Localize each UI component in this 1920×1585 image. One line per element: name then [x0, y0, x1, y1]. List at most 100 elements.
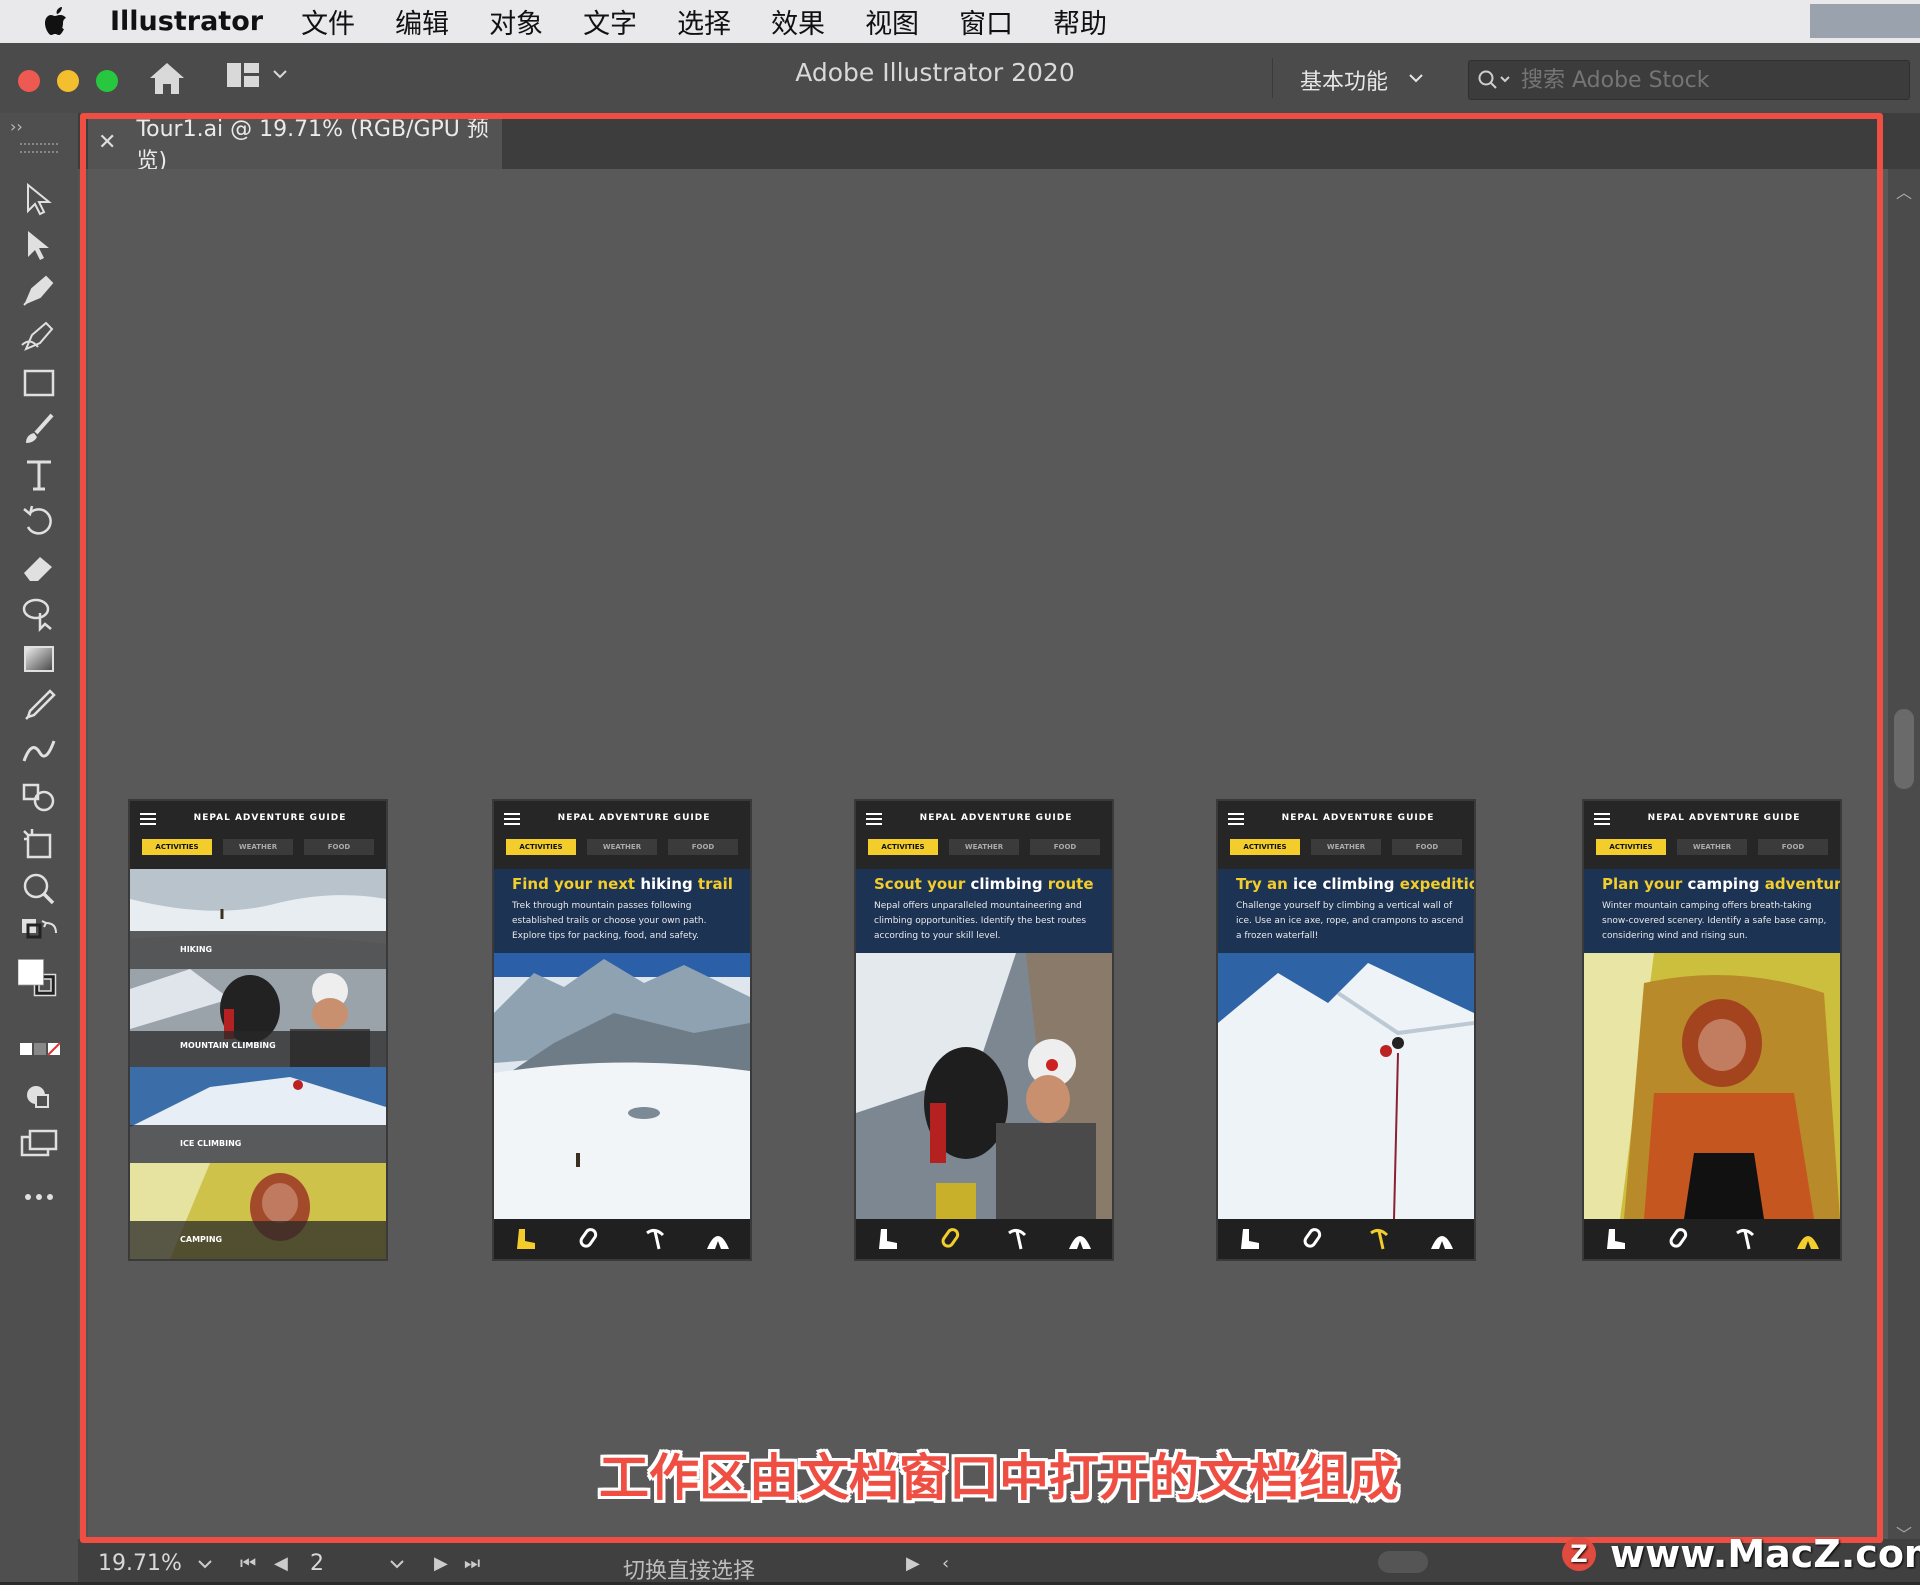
menu-help[interactable]: 帮助 — [1053, 2, 1107, 41]
scroll-up-icon[interactable]: ︿ — [1896, 179, 1912, 203]
menu-window[interactable]: 窗口 — [959, 2, 1013, 41]
carabiner-icon — [579, 1228, 598, 1248]
tab-activities: ACTIVITIES — [506, 839, 576, 855]
app-menu[interactable]: Illustrator — [110, 6, 263, 37]
fill-stroke-swatches[interactable] — [17, 959, 74, 1011]
hero-panel: Find your next hiking trail Trek through… — [494, 869, 750, 953]
zoom-tool-icon[interactable] — [18, 869, 60, 909]
hamburger-menu-icon — [1228, 813, 1244, 825]
camping-photo — [130, 1163, 386, 1259]
expand-panel-icon[interactable]: ›› — [10, 117, 23, 136]
hero-title: Scout your climbing route — [874, 875, 1104, 893]
tool-hint[interactable]: 切换直接选择 — [623, 1553, 755, 1585]
next-artboard-icon[interactable]: ▶ — [434, 1553, 448, 1574]
scroll-thumb[interactable] — [1894, 709, 1914, 789]
artboard-screen[interactable]: NEPAL ADVENTURE GUIDE ACTIVITIES WEATHER… — [856, 801, 1112, 1259]
curvature-tool-icon[interactable] — [18, 317, 60, 357]
status-menu-arrow-icon[interactable]: ▶ — [906, 1553, 920, 1574]
menu-type[interactable]: 文字 — [583, 2, 637, 41]
hero-panel: Try an ice climbing expedition Challenge… — [1218, 869, 1474, 953]
paintbrush-tool-icon[interactable] — [18, 409, 60, 449]
draw-mode-icon[interactable] — [18, 1077, 60, 1117]
document-tab[interactable]: ✕ Tour1.ai @ 19.71% (RGB/GPU 预览) — [88, 116, 502, 174]
app-tabs: ACTIVITIES WEATHER FOOD — [142, 839, 374, 855]
home-icon[interactable] — [148, 60, 186, 96]
tab-food: FOOD — [304, 839, 374, 855]
window-maximize-button[interactable] — [96, 70, 118, 92]
artboard-overview[interactable]: NEPAL ADVENTURE GUIDE ACTIVITIES WEATHER… — [130, 801, 386, 1259]
eraser-tool-icon[interactable] — [18, 547, 60, 587]
blend-tool-icon[interactable] — [18, 731, 60, 771]
carabiner-icon — [1669, 1228, 1688, 1248]
tent-icon — [1069, 1236, 1091, 1249]
rectangle-tool-icon[interactable] — [18, 363, 60, 403]
artboard-screen[interactable]: NEPAL ADVENTURE GUIDE ACTIVITIES WEATHER… — [1584, 801, 1840, 1259]
hero-title-part: route — [1042, 875, 1094, 893]
window-close-button[interactable] — [18, 70, 40, 92]
boot-icon — [517, 1229, 535, 1249]
app-header: NEPAL ADVENTURE GUIDE ACTIVITIES WEATHER… — [856, 801, 1112, 869]
titlebar-divider — [1272, 58, 1273, 98]
tab-weather: WEATHER — [223, 839, 293, 855]
artboard-number-field[interactable]: 2 — [310, 1551, 324, 1576]
app-header: NEPAL ADVENTURE GUIDE ACTIVITIES WEATHER… — [130, 801, 386, 869]
type-tool-icon[interactable] — [18, 455, 60, 495]
horizontal-scroll-thumb[interactable] — [1378, 1551, 1428, 1573]
swap-fill-stroke-icon[interactable] — [18, 913, 60, 953]
stock-search-box[interactable] — [1468, 60, 1910, 100]
menu-view[interactable]: 视图 — [865, 2, 919, 41]
scroll-left-icon[interactable]: ‹ — [942, 1553, 949, 1574]
hero-description: Challenge yourself by climbing a vertica… — [1236, 901, 1464, 941]
tab-weather: WEATHER — [587, 839, 657, 855]
bottom-nav — [1218, 1219, 1474, 1259]
ice-climbing-band: ICE CLIMBING — [130, 1067, 386, 1163]
hero-title-part: climbing — [970, 875, 1043, 893]
close-icon[interactable]: ✕ — [98, 130, 116, 155]
tab-weather: WEATHER — [949, 839, 1019, 855]
chevron-down-icon[interactable] — [272, 68, 288, 80]
menu-select[interactable]: 选择 — [677, 2, 731, 41]
panel-grip[interactable] — [20, 143, 58, 153]
chevron-down-icon[interactable] — [1408, 72, 1424, 84]
menu-object[interactable]: 对象 — [489, 2, 543, 41]
puppet-warp-tool-icon[interactable] — [18, 593, 60, 633]
app-tabs: ACTIVITIES WEATHER FOOD — [506, 839, 738, 855]
screen-mode-icon[interactable] — [18, 1123, 60, 1163]
tools-panel: ›› — [0, 113, 78, 1582]
vertical-scrollbar[interactable]: ︿ ﹀ — [1888, 169, 1920, 1544]
window-minimize-button[interactable] — [57, 70, 79, 92]
pen-tool-icon[interactable] — [18, 271, 60, 311]
rotate-tool-icon[interactable] — [18, 501, 60, 541]
artboard-tool-icon[interactable] — [18, 823, 60, 863]
chevron-down-icon[interactable] — [390, 1559, 404, 1569]
gradient-tool-icon[interactable] — [18, 639, 60, 679]
hero-title: Find your next hiking trail — [512, 875, 742, 893]
previous-artboard-icon[interactable]: ◀ — [274, 1553, 288, 1574]
direct-selection-tool-icon[interactable] — [18, 225, 60, 265]
first-artboard-icon[interactable]: ⏮ — [240, 1553, 256, 1574]
hero-description: Trek through mountain passes following e… — [512, 901, 707, 941]
workspace-switcher[interactable]: 基本功能 — [1300, 64, 1388, 96]
chevron-down-icon[interactable] — [198, 1559, 212, 1569]
apple-logo-icon[interactable] — [40, 5, 74, 39]
artboard-screen[interactable]: NEPAL ADVENTURE GUIDE ACTIVITIES WEATHER… — [1218, 801, 1474, 1259]
color-mode-icon[interactable] — [18, 1031, 61, 1071]
arrange-documents-icon[interactable] — [226, 62, 260, 88]
stock-search-input[interactable] — [1519, 63, 1903, 97]
carabiner-icon — [1303, 1228, 1322, 1248]
carabiner-icon — [941, 1228, 960, 1248]
selection-tool-icon[interactable] — [18, 179, 60, 219]
artboard-screen[interactable]: NEPAL ADVENTURE GUIDE ACTIVITIES WEATHER… — [494, 801, 750, 1259]
menu-file[interactable]: 文件 — [301, 2, 355, 41]
last-artboard-icon[interactable]: ⏭ — [464, 1553, 480, 1574]
zoom-level-field[interactable]: 19.71% — [98, 1551, 182, 1576]
menu-effect[interactable]: 效果 — [771, 2, 825, 41]
watermark: Z www.MacZ.com — [1562, 1532, 1920, 1576]
eyedropper-tool-icon[interactable] — [18, 685, 60, 725]
canvas[interactable]: NEPAL ADVENTURE GUIDE ACTIVITIES WEATHER… — [88, 169, 1888, 1539]
more-tools-icon[interactable] — [18, 1177, 60, 1217]
menu-edit[interactable]: 编辑 — [395, 2, 449, 41]
hero-title: Try an ice climbing expedition — [1236, 875, 1474, 893]
label-camping: CAMPING — [180, 1235, 223, 1244]
shape-builder-tool-icon[interactable] — [18, 777, 60, 817]
